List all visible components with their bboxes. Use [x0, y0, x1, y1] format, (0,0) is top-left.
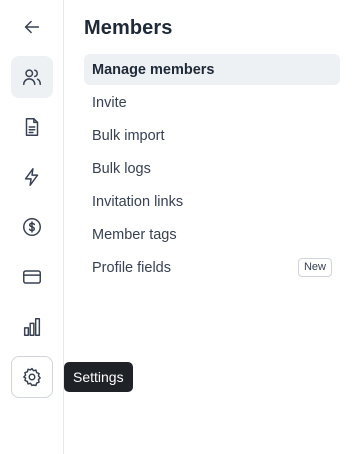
back-button[interactable] [11, 6, 53, 48]
menu-item-label: Bulk logs [92, 160, 151, 177]
menu-item-bulk-import[interactable]: Bulk import [84, 120, 340, 151]
menu-item-invite[interactable]: Invite [84, 87, 340, 118]
menu-item-manage-members[interactable]: Manage members [84, 54, 340, 85]
arrow-left-icon [24, 20, 40, 34]
icon-sidebar [0, 0, 64, 454]
menu-item-label: Invite [92, 94, 127, 111]
menu-item-member-tags[interactable]: Member tags [84, 219, 340, 250]
content-nav-button[interactable] [11, 106, 53, 148]
members-nav-button[interactable] [11, 56, 53, 98]
menu-item-bulk-logs[interactable]: Bulk logs [84, 153, 340, 184]
bar-chart-icon [23, 318, 41, 336]
page-title: Members [84, 17, 173, 39]
dollar-circle-icon [23, 218, 41, 236]
users-icon [23, 69, 41, 86]
menu-item-label: Bulk import [92, 127, 165, 144]
lightning-icon [24, 168, 39, 186]
members-menu: Manage members Invite Bulk import Bulk l… [84, 54, 340, 285]
payments-nav-button[interactable] [11, 206, 53, 248]
menu-item-label: Invitation links [92, 193, 184, 210]
menu-item-label: Profile fields [92, 259, 171, 276]
billing-nav-button[interactable] [11, 256, 53, 298]
new-badge: New [297, 258, 332, 277]
gear-icon [23, 367, 41, 387]
automations-nav-button[interactable] [11, 156, 53, 198]
members-panel: Members Manage members Invite Bulk impor… [64, 0, 363, 454]
menu-item-invitation-links[interactable]: Invitation links [84, 186, 340, 217]
document-icon [25, 118, 39, 136]
menu-item-profile-fields[interactable]: Profile fields New [84, 252, 340, 283]
analytics-nav-button[interactable] [11, 306, 53, 348]
credit-card-icon [23, 270, 41, 284]
menu-item-label: Manage members [92, 61, 215, 78]
menu-item-label: Member tags [92, 226, 177, 243]
settings-nav-button[interactable] [11, 356, 53, 398]
